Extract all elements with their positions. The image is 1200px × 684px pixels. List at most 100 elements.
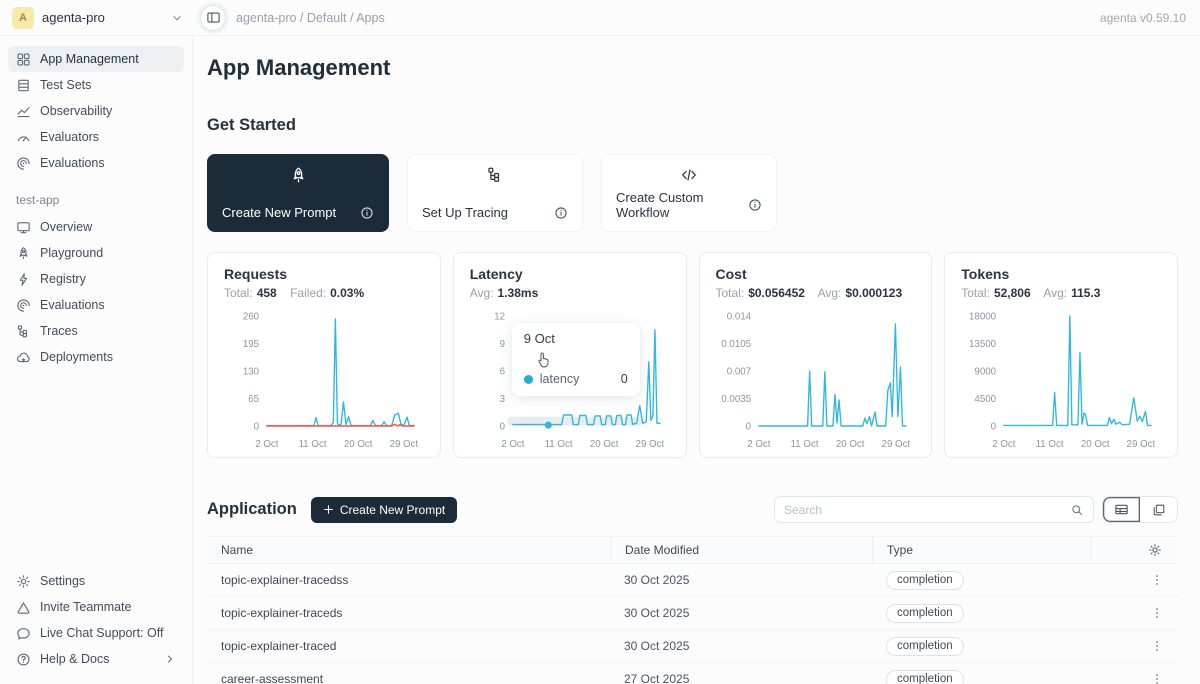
search-box[interactable] — [774, 496, 1094, 523]
sidebar-item-label: Help & Docs — [40, 652, 109, 666]
app-name[interactable]: topic-explainer-traceds — [207, 606, 610, 620]
sidebar-item-evaluations-project[interactable]: Evaluations — [8, 292, 184, 318]
tokens-chart-plot[interactable]: 04500900013500180002 Oct11 Oct20 Oct29 O… — [961, 306, 1161, 456]
svg-text:6: 6 — [499, 366, 505, 377]
sidebar-item-app-management[interactable]: App Management — [8, 46, 184, 72]
sidebar-item-playground[interactable]: Playground — [8, 240, 184, 266]
grid-icon — [16, 52, 31, 67]
create-new-prompt-card[interactable]: Create New Prompt — [207, 154, 389, 232]
sidebar-item-label: Live Chat Support: Off — [40, 626, 163, 640]
stat-label: Avg: — [818, 286, 842, 300]
sidebar-item-evaluations[interactable]: Evaluations — [8, 150, 184, 176]
svg-text:3: 3 — [499, 394, 505, 405]
main-content: App Management Get Started Create New Pr… — [193, 36, 1200, 684]
search-input[interactable] — [784, 503, 1070, 517]
plus-icon — [323, 504, 334, 515]
stat-value: 52,806 — [994, 286, 1031, 300]
sidebar-item-observability[interactable]: Observability — [8, 98, 184, 124]
sidebar-collapse-button[interactable] — [200, 5, 226, 31]
sidebar-item-invite-teammate[interactable]: Invite Teammate — [8, 594, 184, 620]
type-badge: completion — [886, 637, 964, 656]
stat-value: 458 — [257, 286, 277, 300]
svg-text:13500: 13500 — [969, 339, 997, 350]
column-header-name[interactable]: Name — [207, 537, 610, 563]
svg-text:20 Oct: 20 Oct — [1081, 439, 1110, 450]
kebab-menu-icon[interactable] — [1150, 672, 1164, 684]
type-badge: completion — [886, 604, 964, 623]
requests-chart-plot[interactable]: 0651301952602 Oct11 Oct20 Oct29 Oct — [224, 306, 424, 456]
stat-label: Failed: — [290, 286, 326, 300]
app-type-cell: completion — [872, 670, 1090, 684]
create-new-prompt-button[interactable]: Create New Prompt — [311, 497, 457, 523]
sidebar-item-label: Overview — [40, 220, 92, 234]
column-settings-gear-icon[interactable] — [1148, 543, 1162, 557]
app-date-modified: 30 Oct 2025 — [610, 573, 872, 587]
sidebar-item-help-docs[interactable]: Help & Docs — [8, 646, 184, 672]
sidebar-item-label: Settings — [40, 574, 85, 588]
table-rows-icon — [16, 78, 31, 93]
kebab-menu-icon[interactable] — [1150, 606, 1164, 620]
svg-text:0.014: 0.014 — [726, 311, 751, 322]
table-row[interactable]: career-assessment 27 Oct 2025 completion — [207, 663, 1178, 684]
kebab-menu-icon[interactable] — [1150, 573, 1164, 587]
get-started-title: Get Started — [207, 114, 1178, 136]
svg-text:29 Oct: 29 Oct — [390, 439, 419, 450]
column-header-type[interactable]: Type — [872, 537, 1090, 563]
svg-text:130: 130 — [243, 366, 260, 377]
line-chart-icon — [16, 104, 31, 119]
search-icon[interactable] — [1070, 503, 1084, 517]
svg-text:11 Oct: 11 Oct — [1036, 439, 1064, 450]
table-view-button[interactable] — [1103, 497, 1140, 522]
app-name[interactable]: topic-explainer-tracedss — [207, 573, 610, 587]
sidebar-item-traces[interactable]: Traces — [8, 318, 184, 344]
table-row[interactable]: topic-explainer-traced 30 Oct 2025 compl… — [207, 630, 1178, 663]
svg-text:18000: 18000 — [969, 311, 997, 322]
info-icon[interactable] — [554, 206, 568, 220]
table-row[interactable]: topic-explainer-tracedss 30 Oct 2025 com… — [207, 564, 1178, 597]
card-view-button[interactable] — [1140, 497, 1177, 522]
panel-left-icon — [206, 10, 221, 25]
set-up-tracing-card[interactable]: Set Up Tracing — [407, 154, 583, 232]
info-icon[interactable] — [360, 206, 374, 220]
sidebar-item-label: Traces — [40, 324, 78, 338]
column-header-date-modified[interactable]: Date Modified — [610, 537, 872, 563]
gauge-icon — [16, 130, 31, 145]
sidebar-item-evaluators[interactable]: Evaluators — [8, 124, 184, 150]
sidebar-item-test-sets[interactable]: Test Sets — [8, 72, 184, 98]
application-title: Application — [207, 500, 297, 519]
app-date-modified: 27 Oct 2025 — [610, 672, 872, 684]
chart-title: Latency — [470, 266, 670, 282]
rocket-icon — [16, 246, 31, 261]
stat-value: 0.03% — [330, 286, 364, 300]
sidebar-item-registry[interactable]: Registry — [8, 266, 184, 292]
table-row[interactable]: topic-explainer-traceds 30 Oct 2025 comp… — [207, 597, 1178, 630]
svg-text:2 Oct: 2 Oct — [992, 439, 1016, 450]
kebab-menu-icon[interactable] — [1150, 639, 1164, 653]
application-section: Application Create New Prompt — [207, 496, 1178, 684]
sidebar-item-deployments[interactable]: Deployments — [8, 344, 184, 370]
sidebar-item-live-chat-support[interactable]: Live Chat Support: Off — [8, 620, 184, 646]
sidebar: App Management Test Sets Observability E… — [0, 36, 193, 684]
cost-chart-card: Cost Total:$0.056452 Avg:$0.000123 00.00… — [699, 252, 933, 458]
workspace-switcher[interactable]: A agenta-pro — [12, 7, 184, 29]
stat-label: Total: — [961, 286, 990, 300]
stat-label: Total: — [224, 286, 253, 300]
topbar: A agenta-pro agenta-pro / Default / Apps… — [0, 0, 1200, 36]
stat-label: Total: — [716, 286, 745, 300]
svg-text:0: 0 — [991, 421, 997, 432]
svg-text:29 Oct: 29 Oct — [635, 439, 664, 450]
sidebar-item-overview[interactable]: Overview — [8, 214, 184, 240]
info-icon[interactable] — [748, 198, 762, 212]
svg-text:11 Oct: 11 Oct — [299, 439, 327, 450]
breadcrumb[interactable]: agenta-pro / Default / Apps — [236, 11, 385, 25]
app-name[interactable]: topic-explainer-traced — [207, 639, 610, 653]
chart-stats: Total:52,806 Avg:115.3 — [961, 286, 1161, 300]
row-actions — [1090, 606, 1178, 620]
cost-chart-plot[interactable]: 00.00350.0070.01050.0142 Oct11 Oct20 Oct… — [716, 306, 916, 456]
sidebar-item-settings[interactable]: Settings — [8, 568, 184, 594]
row-actions — [1090, 672, 1178, 684]
app-name[interactable]: career-assessment — [207, 672, 610, 684]
table-controls — [774, 496, 1178, 523]
sidebar-item-label: Registry — [40, 272, 86, 286]
create-custom-workflow-card[interactable]: Create Custom Workflow — [601, 154, 777, 232]
